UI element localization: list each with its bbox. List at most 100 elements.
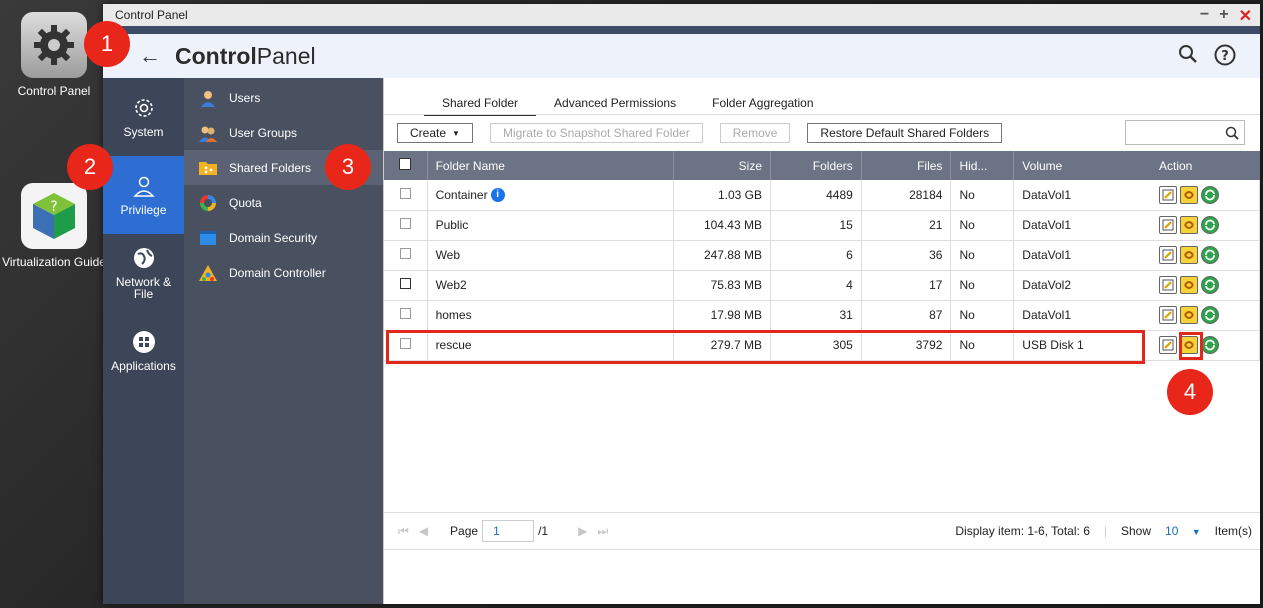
files-cell: 28184 (861, 180, 952, 211)
desktop-icon-virtualization-guide[interactable]: ? Virtualization Guide (0, 183, 109, 269)
window-title: Control Panel (115, 8, 188, 22)
edit-properties-icon[interactable] (1159, 216, 1177, 234)
row-checkbox[interactable] (399, 278, 411, 289)
items-per-page-select[interactable]: 10 ▼ (1165, 524, 1201, 538)
hidden-cell: No (950, 240, 1015, 271)
desktop-icon-label: Control Panel (17, 84, 91, 98)
nav-item-applications[interactable]: Applications (103, 312, 184, 390)
edit-properties-icon[interactable] (1159, 306, 1177, 324)
subnav-item-domain-controller[interactable]: Domain Controller (184, 255, 383, 290)
row-checkbox[interactable] (399, 187, 411, 199)
nav-item-system[interactable]: System (103, 78, 184, 156)
create-button-label: Create (410, 126, 447, 140)
highlight-action-icon (1179, 332, 1203, 360)
refresh-icon[interactable] (1201, 186, 1219, 204)
gear-icon (134, 99, 153, 117)
restore-default-button[interactable]: Restore Default Shared Folders (807, 123, 1003, 143)
folders-cell: 6 (770, 240, 862, 271)
remove-button[interactable]: Remove (719, 123, 791, 143)
tab-folder-aggregation[interactable]: Folder Aggregation (694, 94, 831, 116)
subnav-item-users[interactable]: Users (184, 80, 383, 115)
next-page-icon[interactable]: ▶ (578, 524, 587, 538)
shared-folder-icon (198, 159, 218, 177)
show-label: Show (1121, 524, 1152, 538)
row-checkbox-cell (384, 300, 428, 331)
subnav-item-domain-security[interactable]: Domain Security (184, 220, 383, 255)
step-badge-1: 1 (84, 21, 130, 67)
refresh-icon[interactable] (1201, 306, 1219, 324)
edit-properties-icon[interactable] (1159, 336, 1177, 354)
edit-properties-icon[interactable] (1159, 186, 1177, 204)
refresh-icon[interactable] (1201, 216, 1219, 234)
left-nav: System Privilege Network & File Applicat… (103, 78, 184, 604)
files-cell: 21 (861, 210, 952, 241)
folder-name-cell: Container i (427, 180, 675, 211)
col-hidden[interactable]: Hid... (950, 151, 1015, 180)
table-row[interactable]: Web 247.88 MB 6 36 No DataVol1 (384, 240, 1260, 271)
refresh-icon[interactable] (1201, 336, 1219, 354)
nav-item-label: Applications (111, 359, 176, 373)
user-group-icon (198, 124, 218, 142)
info-icon[interactable]: i (490, 187, 505, 202)
table-row[interactable]: Web2 75.83 MB 4 17 No DataVol2 (384, 270, 1260, 301)
folder-name: Container (435, 187, 488, 202)
edit-permissions-icon[interactable] (1180, 216, 1198, 234)
col-size[interactable]: Size (673, 151, 771, 180)
folder-name-cell: Web (427, 240, 675, 271)
toolbar: Create ▼ Migrate to Snapshot Shared Folde… (397, 123, 1003, 143)
migrate-snapshot-button[interactable]: Migrate to Snapshot Shared Folder (489, 123, 703, 143)
edit-permissions-icon[interactable] (1180, 186, 1198, 204)
caret-down-icon: ▼ (1191, 527, 1201, 537)
size-cell: 104.43 MB (673, 210, 771, 241)
folders-cell: 4489 (770, 180, 862, 211)
subnav-item-label: Users (229, 90, 261, 105)
table-row[interactable]: Container i 1.03 GB 4489 28184 No DataVol… (384, 180, 1260, 211)
subnav-item-label: User Groups (229, 125, 298, 140)
minimize-icon[interactable]: − (1200, 6, 1209, 26)
domain-security-icon (198, 229, 218, 247)
table-row[interactable]: homes 17.98 MB 31 87 No DataVol1 (384, 300, 1260, 331)
tab-advanced-permissions[interactable]: Advanced Permissions (536, 94, 694, 116)
app-title: ControlPanel (175, 43, 316, 70)
action-row (1146, 270, 1260, 300)
edit-permissions-icon[interactable] (1180, 276, 1198, 294)
create-button[interactable]: Create ▼ (397, 123, 473, 143)
search-icon[interactable] (1178, 44, 1198, 64)
row-checkbox[interactable] (399, 218, 411, 229)
search-input[interactable] (1125, 120, 1245, 145)
folder-name-cell: Web2 (427, 270, 675, 301)
col-folder-name[interactable]: Folder Name (427, 151, 675, 180)
close-icon[interactable]: ✕ (1239, 6, 1252, 26)
help-icon[interactable]: ? (1214, 44, 1236, 66)
edit-permissions-icon[interactable] (1180, 246, 1198, 264)
subnav-item-quota[interactable]: Quota (184, 185, 383, 220)
edit-permissions-icon[interactable] (1180, 306, 1198, 324)
tab-shared-folder[interactable]: Shared Folder (424, 94, 537, 116)
app-title-thin: Panel (256, 42, 316, 69)
row-checkbox[interactable] (399, 248, 411, 259)
last-page-icon[interactable]: ⏭ (597, 524, 608, 539)
files-cell: 87 (861, 300, 952, 331)
first-page-icon[interactable]: ⏮ (398, 524, 409, 539)
app-title-bold: Control (175, 42, 257, 69)
back-arrow-icon[interactable]: ← (139, 43, 161, 69)
row-checkbox[interactable] (399, 308, 411, 319)
nav-item-label: Privilege (120, 203, 167, 217)
row-checkbox-cell (384, 240, 428, 271)
col-folders[interactable]: Folders (770, 151, 862, 180)
select-all-checkbox[interactable] (399, 158, 412, 170)
refresh-icon[interactable] (1201, 246, 1219, 264)
nav-item-label: Network & File (115, 275, 172, 301)
nav-item-network-file[interactable]: Network & File (103, 234, 184, 312)
edit-properties-icon[interactable] (1159, 276, 1177, 294)
table-row[interactable]: Public 104.43 MB 15 21 No DataVol1 (384, 210, 1260, 241)
hidden-cell: No (950, 180, 1015, 211)
edit-properties-icon[interactable] (1159, 246, 1177, 264)
page-input[interactable]: 1 (482, 520, 535, 542)
refresh-icon[interactable] (1201, 276, 1219, 294)
col-files[interactable]: Files (861, 151, 952, 180)
nav-item-privilege[interactable]: Privilege (103, 156, 184, 234)
maximize-icon[interactable]: + (1219, 6, 1228, 26)
prev-page-icon[interactable]: ◀ (419, 524, 428, 538)
subnav-item-label: Domain Controller (229, 265, 326, 280)
